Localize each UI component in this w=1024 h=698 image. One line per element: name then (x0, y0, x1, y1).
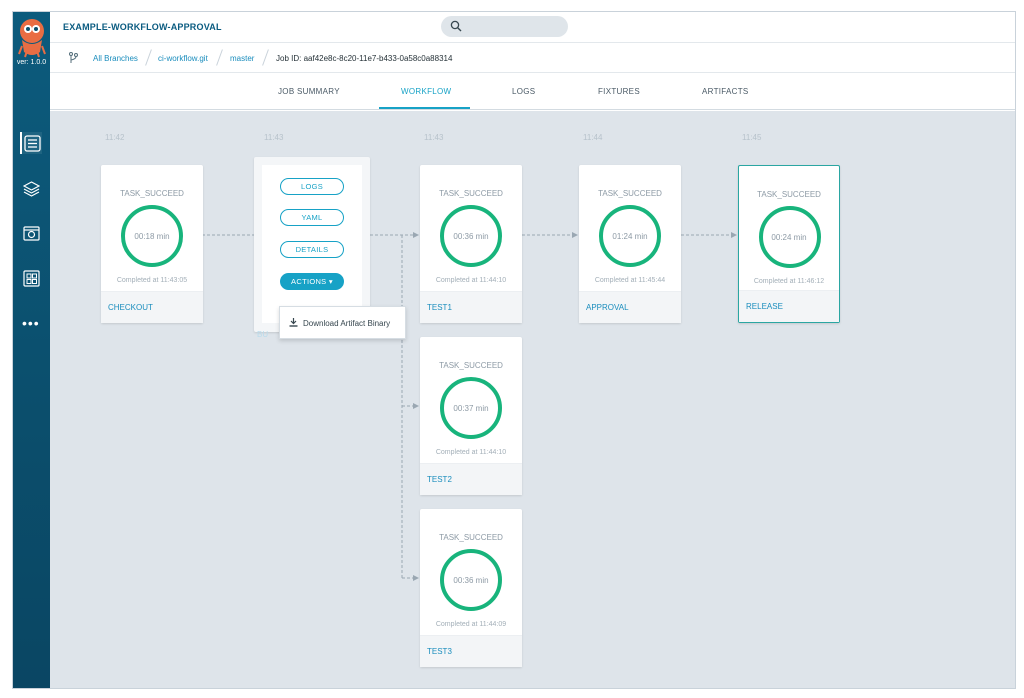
step-completed: Completed at 11:44:10 (435, 277, 507, 284)
timeline-label: 11:44 (583, 133, 603, 142)
tab-bar: JOB SUMMARY WORKFLOW LOGS FIXTURES ARTIF… (50, 73, 1015, 110)
timeline-icon[interactable] (20, 132, 42, 154)
step-status: TASK_SUCCEED (757, 190, 821, 199)
step-card-approval[interactable]: TASK_SUCCEED 01:24 min Completed at 11:4… (579, 165, 681, 323)
step-status: TASK_SUCCEED (439, 361, 503, 370)
step-completed: Completed at 11:44:10 (435, 449, 507, 456)
timeline-label: 11:43 (424, 133, 444, 142)
branch-icon (69, 52, 78, 63)
step-card-test2[interactable]: TASK_SUCCEED 00:37 min Completed at 11:4… (420, 337, 522, 495)
step-card-release[interactable]: TASK_SUCCEED 00:24 min Completed at 11:4… (738, 165, 840, 323)
step-status: TASK_SUCCEED (439, 189, 503, 198)
download-artifact-item[interactable]: Download Artifact Binary (303, 319, 390, 328)
actions-dropdown: Download Artifact Binary (279, 306, 406, 339)
breadcrumb: All Branches ci-workflow.git master Job … (50, 43, 1015, 73)
breadcrumb-divider (145, 49, 152, 66)
search-input[interactable] (441, 16, 568, 37)
timeline-label: 11:42 (105, 133, 125, 142)
app-window: ver: 1.0.0 ••• EXAMPLE-WORKFLOW-APPROVAL… (12, 11, 1016, 689)
version-label: ver: 1.0.0 (16, 59, 47, 66)
download-icon (289, 318, 298, 327)
breadcrumb-divider (216, 49, 223, 66)
tab-workflow[interactable]: WORKFLOW (401, 87, 451, 96)
step-footer: RELEASE (739, 290, 839, 322)
step-footer: TEST2 (420, 463, 522, 495)
active-tab-indicator (379, 107, 470, 109)
step-completed: Completed at 11:43:05 (116, 277, 188, 284)
timeline-label: 11:43 (264, 133, 284, 142)
layers-icon[interactable] (20, 177, 42, 199)
details-button[interactable]: DETAILS (280, 241, 344, 258)
logs-button[interactable]: LOGS (280, 178, 344, 195)
build-actions-menu: LOGS YAML DETAILS ACTIONS ▾ (262, 165, 362, 323)
argo-logo[interactable] (17, 18, 47, 58)
breadcrumb-divider (262, 49, 269, 66)
step-name[interactable]: BU (257, 330, 268, 339)
step-duration: 00:37 min (453, 404, 489, 413)
more-icon[interactable]: ••• (22, 316, 40, 330)
actions-button[interactable]: ACTIONS ▾ (280, 273, 344, 290)
applications-icon[interactable] (20, 222, 42, 244)
sidebar: ver: 1.0.0 ••• (13, 12, 50, 688)
tab-fixtures[interactable]: FIXTURES (598, 87, 640, 96)
step-status: TASK_SUCCEED (439, 533, 503, 542)
step-duration: 00:24 min (771, 233, 807, 242)
step-completed: Completed at 11:45:44 (594, 277, 666, 284)
step-name[interactable]: CHECKOUT (108, 303, 153, 312)
step-status: TASK_SUCCEED (120, 189, 184, 198)
step-completed: Completed at 11:46:12 (753, 278, 825, 285)
breadcrumb-all-branches[interactable]: All Branches (93, 54, 138, 63)
step-name[interactable]: APPROVAL (586, 303, 629, 312)
step-duration: 00:36 min (453, 232, 489, 241)
step-name[interactable]: RELEASE (746, 302, 783, 311)
step-name[interactable]: TEST3 (427, 647, 452, 656)
tab-logs[interactable]: LOGS (512, 87, 535, 96)
step-duration: 00:36 min (453, 576, 489, 585)
job-id: Job ID: aaf42e8c-8c20-11e7-b433-0a58c0a8… (276, 54, 453, 63)
step-name[interactable]: TEST1 (427, 303, 452, 312)
step-footer: APPROVAL (579, 291, 681, 323)
page-title: EXAMPLE-WORKFLOW-APPROVAL (63, 22, 222, 32)
step-card-test3[interactable]: TASK_SUCCEED 00:36 min Completed at 11:4… (420, 509, 522, 667)
timeline-label: 11:45 (742, 133, 762, 142)
step-card-checkout[interactable]: TASK_SUCCEED 00:18 min Completed at 11:4… (101, 165, 203, 323)
step-footer: TEST3 (420, 635, 522, 667)
step-duration: 00:18 min (134, 232, 170, 241)
step-footer: TEST1 (420, 291, 522, 323)
search-icon (450, 20, 462, 32)
header: EXAMPLE-WORKFLOW-APPROVAL (50, 12, 1015, 43)
step-footer: CHECKOUT (101, 291, 203, 323)
step-name[interactable]: TEST2 (427, 475, 452, 484)
tab-artifacts[interactable]: ARTIFACTS (702, 87, 749, 96)
dashboard-icon[interactable] (20, 267, 42, 289)
yaml-button[interactable]: YAML (280, 209, 344, 226)
breadcrumb-branch[interactable]: master (230, 54, 254, 63)
breadcrumb-repo[interactable]: ci-workflow.git (158, 54, 208, 63)
step-duration: 01:24 min (612, 232, 648, 241)
step-status: TASK_SUCCEED (598, 189, 662, 198)
tab-job-summary[interactable]: JOB SUMMARY (278, 87, 340, 96)
workflow-canvas: 11:42 11:43 11:43 11:44 11:45 TASK_SUCCE… (50, 111, 1015, 688)
step-card-test1[interactable]: TASK_SUCCEED 00:36 min Completed at 11:4… (420, 165, 522, 323)
step-completed: Completed at 11:44:09 (435, 621, 507, 628)
